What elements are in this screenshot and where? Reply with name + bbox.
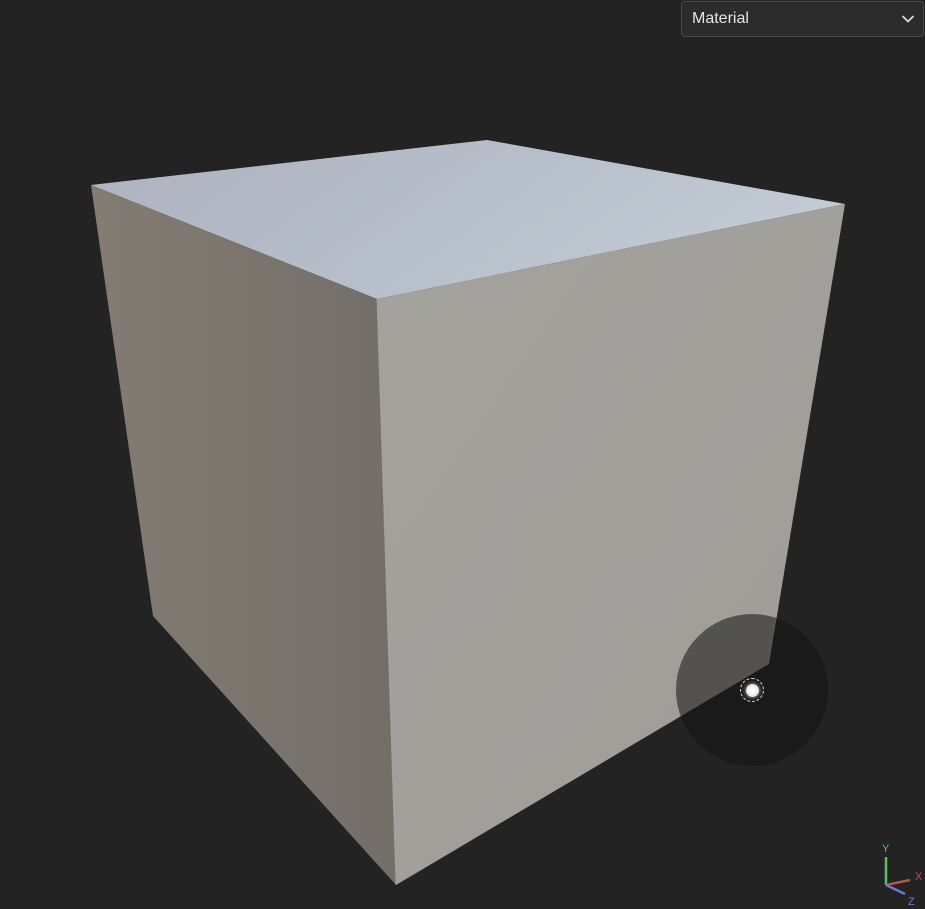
cube-front-face [377, 204, 845, 885]
chevron-down-icon [897, 1, 919, 37]
cube-scene [91, 140, 845, 886]
x-axis-line [885, 878, 911, 887]
z-axis-label: Z [908, 896, 915, 908]
x-axis-label: X [915, 871, 923, 883]
material-dropdown[interactable]: Material [681, 1, 924, 37]
z-axis-line [885, 883, 906, 896]
y-axis-label: Y [882, 843, 890, 855]
light-handle-dot [745, 683, 759, 697]
3d-viewport[interactable]: Material Y X Z [0, 0, 925, 909]
light-source-icon[interactable] [740, 678, 764, 702]
material-dropdown-value: Material [692, 10, 749, 27]
cube-left-face [91, 185, 396, 885]
axis-gizmo[interactable]: Y X Z [878, 840, 925, 909]
